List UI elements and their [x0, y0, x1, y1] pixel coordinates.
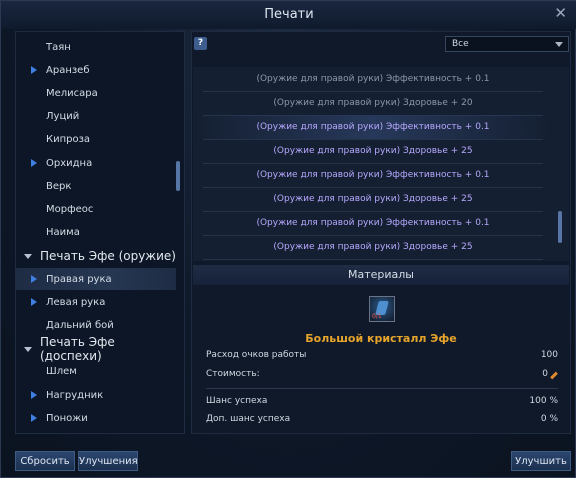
- tree-item[interactable]: Аранзеб: [16, 59, 176, 81]
- tree-item-label: Печать Эфе (доспехи): [40, 334, 115, 363]
- seals-window: Печати ✕ Таян Аранзеб Мелисара Луций Кипроза…: [0, 0, 576, 478]
- tree-item[interactable]: Орхидна: [16, 152, 176, 174]
- collapse-icon: [24, 253, 32, 259]
- tree-item-label: Левая рука: [46, 296, 106, 308]
- expand-arrow-icon: [31, 66, 37, 75]
- effect-list-item[interactable]: (Оружие для правой руки) Здоровье + 25: [193, 235, 553, 259]
- effect-list: (Оружие для правой руки) Эффективность +…: [193, 67, 569, 261]
- tree-item-label: Дальний бой: [46, 319, 114, 331]
- category-scrollbar[interactable]: [176, 161, 180, 191]
- tree-item[interactable]: Шлем: [16, 361, 176, 383]
- effect-list-item[interactable]: (Оружие для правой руки) Эффективность +…: [193, 67, 553, 91]
- tree-item-label: Луций: [46, 111, 80, 123]
- tree-item[interactable]: Верк: [16, 175, 176, 197]
- tree-item-label: Орхидна: [46, 157, 93, 169]
- material-name: Большой кристалл Эфе: [305, 332, 457, 345]
- expand-arrow-icon: [31, 159, 37, 167]
- tree-item-label: Печать Эфе (оружие): [40, 248, 176, 263]
- success-label: Шанс успеха: [206, 396, 268, 406]
- list-separator: [203, 259, 543, 260]
- extra-chance-label: Доп. шанс успеха: [206, 414, 291, 424]
- filter-dropdown[interactable]: Все: [445, 36, 569, 52]
- success-row: Шанс успеха 100 %: [206, 396, 558, 410]
- tree-item[interactable]: Наима: [16, 222, 176, 244]
- tree-item[interactable]: Таян: [16, 36, 176, 58]
- close-icon[interactable]: ✕: [554, 4, 567, 22]
- window-title: Печати: [264, 7, 314, 22]
- tree-item-label: Морфеос: [46, 203, 94, 215]
- improve-button[interactable]: Улучшить: [511, 451, 571, 471]
- success-value: 100 %: [529, 396, 558, 406]
- tree-item-label: Нагрудник: [46, 389, 104, 401]
- title-bar: Печати ✕: [1, 1, 576, 29]
- collapse-icon: [24, 346, 32, 352]
- tree-group-header[interactable]: Печать Эфе (доспехи): [16, 334, 176, 363]
- cost-value: 0: [542, 369, 548, 379]
- materials-header: Материалы: [193, 265, 569, 285]
- expand-arrow-icon: [31, 391, 37, 399]
- cost-label: Стоимость:: [206, 369, 260, 379]
- effect-list-item[interactable]: (Оружие для правой руки) Здоровье + 20: [193, 91, 553, 115]
- expand-arrow-icon: [31, 275, 37, 283]
- tree-item-label: Аранзеб: [46, 64, 90, 76]
- tree-item-label: Наима: [46, 227, 80, 239]
- effect-list-item[interactable]: (Оружие для правой руки) Здоровье + 25: [193, 139, 553, 163]
- cost-row: Стоимость: 0: [206, 369, 558, 383]
- reset-button[interactable]: Сбросить: [15, 451, 75, 471]
- tree-item[interactable]: Нагрудник: [16, 384, 176, 406]
- tree-item[interactable]: Кипроза: [16, 129, 176, 151]
- tree-item[interactable]: Левая рука: [16, 291, 176, 313]
- chevron-down-icon: [555, 42, 563, 47]
- tree-item-label: Таян: [46, 41, 71, 53]
- tree-item[interactable]: Дальний бой: [16, 314, 176, 336]
- work-points-row: Расход очков работы 100: [206, 350, 558, 364]
- tree-item-label: Мелисара: [46, 87, 98, 99]
- tree-item-label: Шлем: [46, 366, 77, 378]
- tree-group-header[interactable]: Печать Эфе (оружие): [16, 245, 176, 267]
- tree-item-label: Верк: [46, 180, 72, 192]
- material-quantity: 0/1: [372, 313, 382, 320]
- extra-chance-row: Доп. шанс успеха 0 %: [206, 414, 558, 428]
- effect-list-scrollbar[interactable]: [558, 211, 562, 243]
- tree-item-label: Правая рука: [46, 273, 112, 285]
- effect-list-item[interactable]: (Оружие для правой руки) Здоровье + 25: [193, 187, 553, 211]
- work-points-value: 100: [540, 350, 558, 360]
- crystal-icon[interactable]: 0/1: [369, 296, 395, 322]
- tree-item-label: Поножи: [46, 412, 88, 424]
- coin-icon: [550, 371, 558, 380]
- tree-item[interactable]: Поножи: [16, 407, 176, 429]
- expand-arrow-icon: [31, 298, 37, 307]
- expand-arrow-icon: [31, 414, 37, 423]
- tree-item[interactable]: Мелисара: [16, 82, 176, 104]
- divider: [206, 388, 558, 389]
- category-tree: Таян Аранзеб Мелисара Луций Кипроза Орхидна Ве…: [15, 31, 185, 434]
- tree-item[interactable]: Луций: [16, 106, 176, 128]
- effect-list-item[interactable]: (Оружие для правой руки) Эффективность +…: [193, 211, 553, 235]
- tree-item-label: Кипроза: [46, 134, 91, 146]
- tree-item[interactable]: Морфеос: [16, 198, 176, 220]
- help-icon[interactable]: ?: [194, 37, 207, 50]
- extra-chance-value: 0 %: [540, 414, 558, 424]
- effect-list-item[interactable]: (Оружие для правой руки) Эффективность +…: [193, 115, 553, 139]
- filter-value: Все: [452, 39, 469, 49]
- effect-list-item[interactable]: (Оружие для правой руки) Эффективность +…: [193, 163, 553, 187]
- work-points-label: Расход очков работы: [206, 350, 307, 360]
- upgrades-button[interactable]: Улучшения: [78, 451, 138, 471]
- tree-item[interactable]: Правая рука: [16, 268, 176, 290]
